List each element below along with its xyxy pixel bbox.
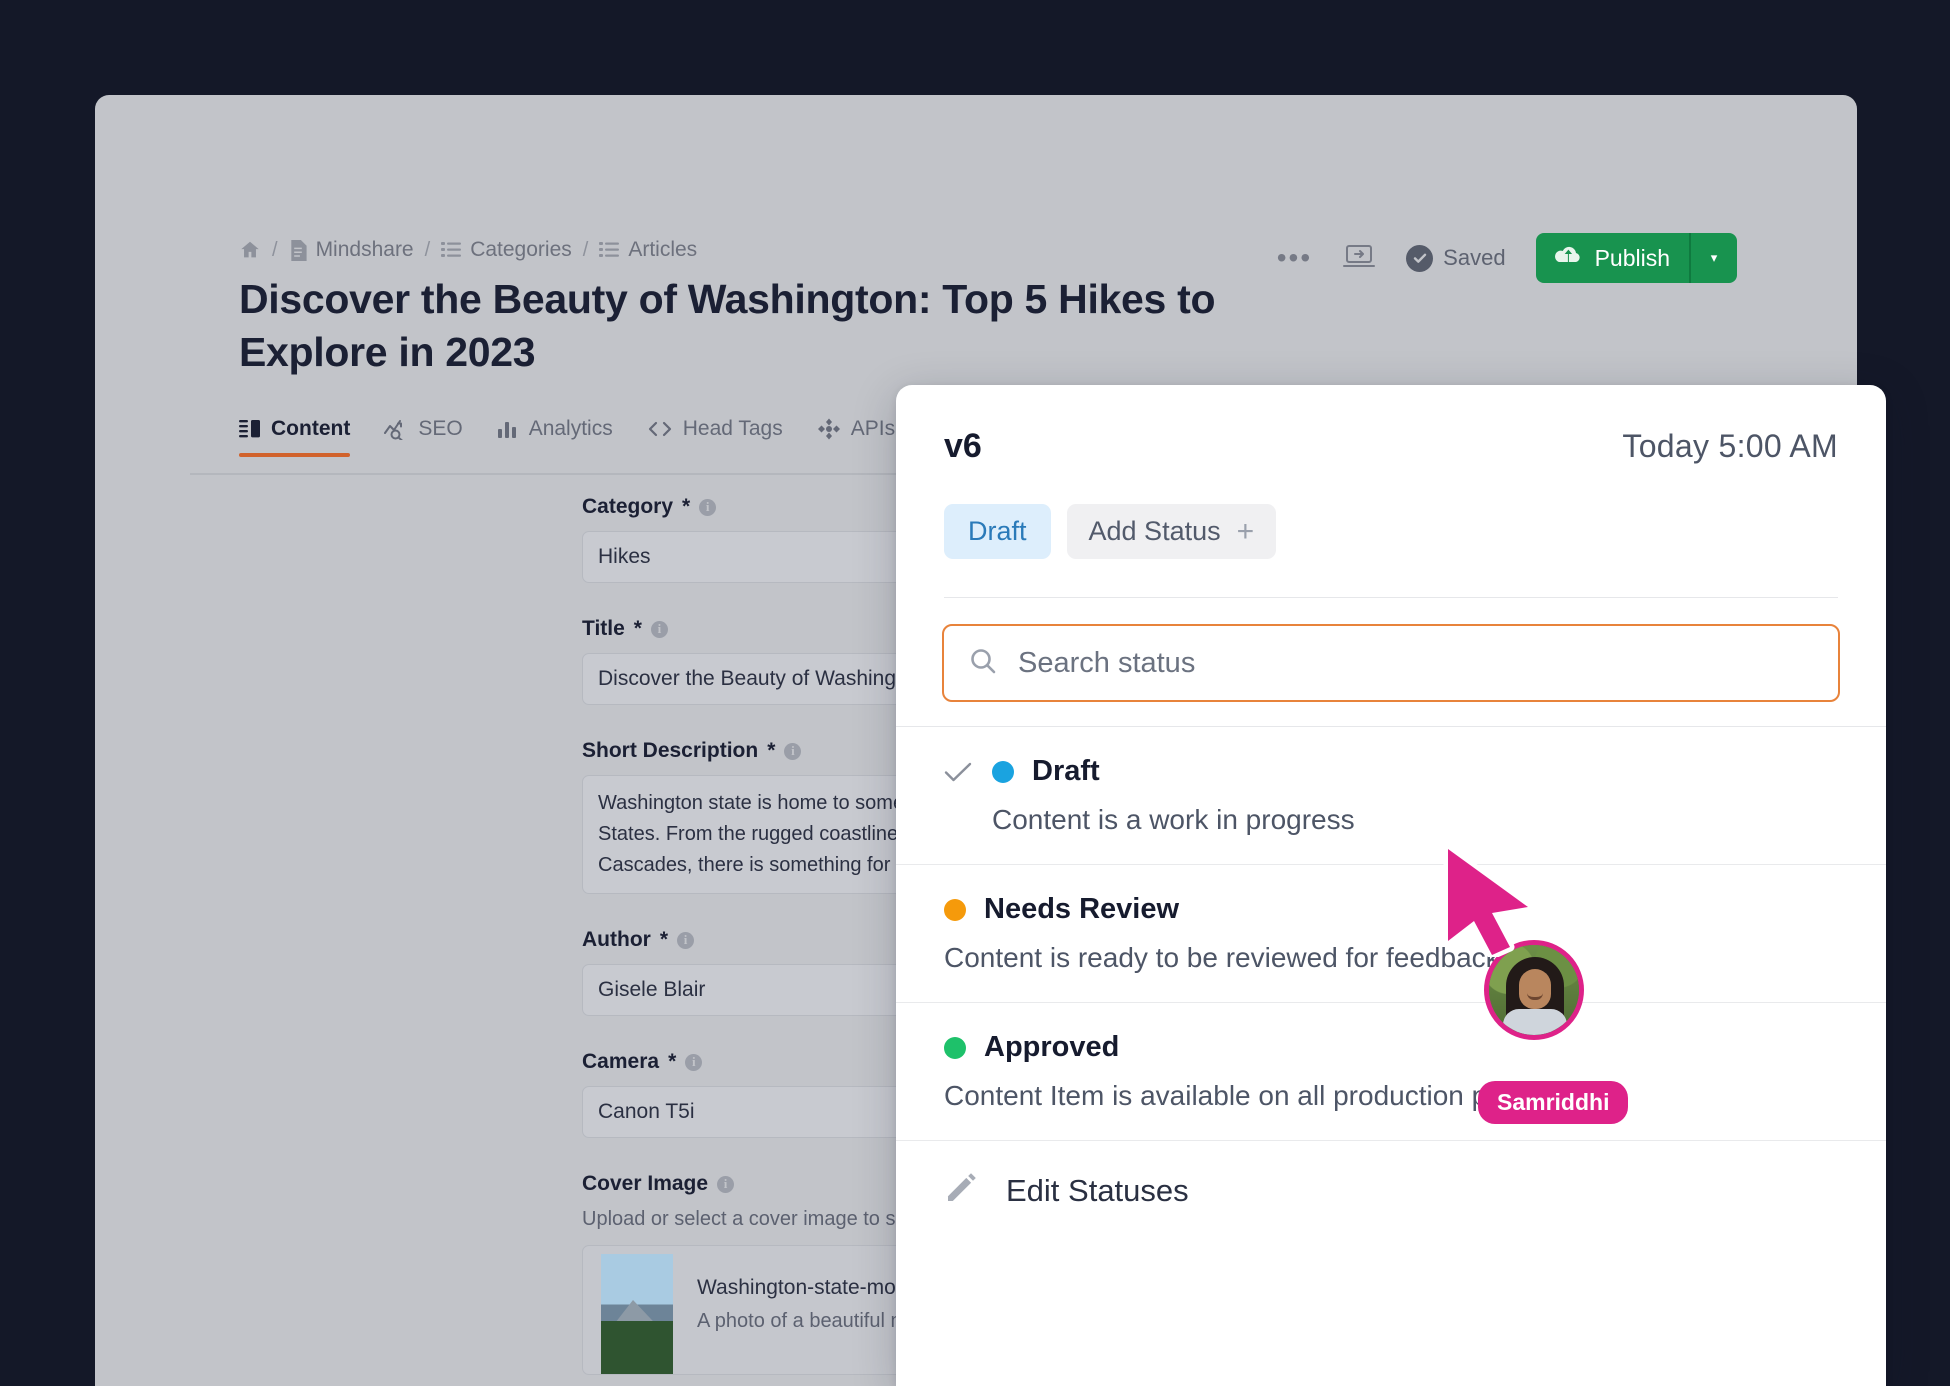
status-popup: v6 Today 5:00 AM Draft Add Status + Sear… (896, 385, 1886, 1386)
status-color-dot-needs-review (944, 898, 966, 921)
status-list-item-needs-review[interactable]: Needs Review Content is ready to be revi… (896, 865, 1886, 1003)
status-name-needs-review: Needs Review (984, 893, 1180, 925)
breadcrumb-separator-2: / (424, 238, 431, 261)
preview-laptop-icon[interactable] (1342, 242, 1376, 275)
edit-statuses-label: Edit Statuses (1006, 1172, 1189, 1208)
tab-analytics[interactable]: Analytics (497, 417, 613, 457)
seo-chart-search-icon (384, 419, 408, 440)
breadcrumb: / Mindshare / Categories / Articles (239, 238, 697, 262)
current-status-chip[interactable]: Draft (944, 504, 1051, 559)
status-popup-header: v6 Today 5:00 AM Draft Add Status + (896, 385, 1886, 598)
label-text-cover-image: Cover Image (582, 1172, 709, 1195)
status-description-approved: Content Item is available on all product… (944, 1080, 1587, 1111)
mouse-pointer-icon (1440, 844, 1536, 960)
tab-seo[interactable]: SEO (384, 417, 463, 457)
status-color-dot-draft (992, 760, 1014, 783)
required-marker: * (767, 739, 776, 762)
breadcrumb-item-categories[interactable]: Categories (441, 238, 572, 262)
breadcrumb-separator-1: / (272, 238, 278, 261)
analytics-bars-icon (497, 419, 519, 439)
status-description-draft: Content is a work in progress (992, 804, 1355, 835)
status-title-row: Approved (944, 1031, 1838, 1064)
required-marker: * (633, 617, 642, 640)
status-list-item-draft[interactable]: Draft Content is a work in progress (896, 727, 1886, 865)
edit-statuses-button[interactable]: Edit Statuses (896, 1141, 1886, 1240)
list-icon (441, 241, 462, 259)
info-icon[interactable]: i (677, 931, 695, 949)
publish-label: Publish (1594, 244, 1670, 271)
search-icon (968, 646, 998, 681)
label-text-short-description: Short Description (582, 739, 759, 762)
cover-image-thumbnail (601, 1254, 673, 1374)
info-icon[interactable]: i (699, 498, 717, 516)
status-list: Draft Content is a work in progress Need… (896, 726, 1886, 1141)
tab-label-content: Content (271, 417, 351, 440)
breadcrumb-label-mindshare: Mindshare (315, 238, 414, 261)
status-title-row: Draft (944, 755, 1838, 788)
cloud-upload-icon (1553, 244, 1583, 272)
tab-apis[interactable]: APIs (817, 417, 895, 457)
info-icon[interactable]: i (784, 742, 802, 760)
code-brackets-icon (647, 419, 673, 439)
header-actions: ••• Saved Publish ▾ (1277, 233, 1737, 283)
tab-content[interactable]: Content (239, 417, 351, 457)
info-icon[interactable]: i (650, 620, 668, 638)
status-search-wrapper: Search status (896, 598, 1886, 726)
more-options-button[interactable]: ••• (1277, 244, 1312, 272)
checkmark-icon (944, 761, 974, 783)
document-icon (289, 239, 307, 261)
breadcrumb-item-mindshare[interactable]: Mindshare (289, 238, 414, 262)
label-text-title: Title (582, 617, 625, 640)
required-marker: * (668, 1050, 677, 1073)
tab-label-apis: APIs (850, 417, 896, 440)
breadcrumb-separator-3: / (582, 238, 589, 261)
status-search-input[interactable]: Search status (1018, 647, 1195, 680)
status-title-row: Needs Review (944, 893, 1838, 926)
popup-version-label: v6 (944, 427, 982, 465)
breadcrumb-label-articles: Articles (628, 238, 698, 261)
pencil-icon (944, 1171, 978, 1210)
breadcrumb-item-articles[interactable]: Articles (599, 238, 697, 262)
apis-node-icon (817, 418, 841, 440)
publish-dropdown-caret-icon[interactable]: ▾ (1689, 233, 1737, 283)
status-list-item-approved[interactable]: Approved Content Item is available on al… (896, 1003, 1886, 1141)
status-chip-row: Draft Add Status + (944, 504, 1838, 559)
avatar-face (1519, 969, 1551, 1009)
required-marker: * (659, 928, 669, 951)
info-icon[interactable]: i (685, 1053, 703, 1071)
publish-button-group[interactable]: Publish ▾ (1535, 233, 1737, 283)
tab-head-tags[interactable]: Head Tags (647, 417, 783, 457)
screen-root: / Mindshare / Categories / Articles Disc… (0, 0, 1950, 1386)
status-name-approved: Approved (984, 1031, 1120, 1063)
collaborator-name-badge: Samriddhi (1478, 1081, 1629, 1124)
check-circle-icon (1406, 244, 1434, 272)
label-text-author: Author (582, 928, 651, 951)
info-icon[interactable]: i (717, 1175, 735, 1193)
label-text-category: Category (582, 495, 674, 518)
label-text-camera: Camera (582, 1050, 660, 1073)
popup-timestamp: Today 5:00 AM (1622, 428, 1838, 464)
add-status-button[interactable]: Add Status + (1066, 504, 1277, 559)
home-icon[interactable] (239, 239, 261, 261)
tab-label-seo: SEO (418, 417, 463, 440)
saved-label: Saved (1443, 245, 1506, 270)
plus-icon: + (1236, 514, 1255, 548)
required-marker: * (682, 495, 691, 518)
add-status-label: Add Status (1088, 516, 1221, 546)
status-popup-header-top: v6 Today 5:00 AM (944, 427, 1838, 466)
tab-label-head-tags: Head Tags (682, 417, 783, 440)
status-name-draft: Draft (1032, 755, 1100, 787)
forest-shape (601, 1321, 673, 1374)
breadcrumb-label-categories: Categories (470, 238, 572, 261)
content-layout-icon (239, 419, 261, 439)
page-title: Discover the Beauty of Washington: Top 5… (239, 276, 1216, 375)
status-description-needs-review: Content is ready to be reviewed for feed… (944, 942, 1500, 973)
saved-indicator: Saved (1406, 244, 1506, 272)
tab-label-analytics: Analytics (528, 417, 613, 440)
status-color-dot-approved (944, 1036, 966, 1059)
list-icon (599, 241, 620, 259)
publish-button[interactable]: Publish (1536, 233, 1689, 283)
status-search-box[interactable]: Search status (942, 624, 1840, 702)
